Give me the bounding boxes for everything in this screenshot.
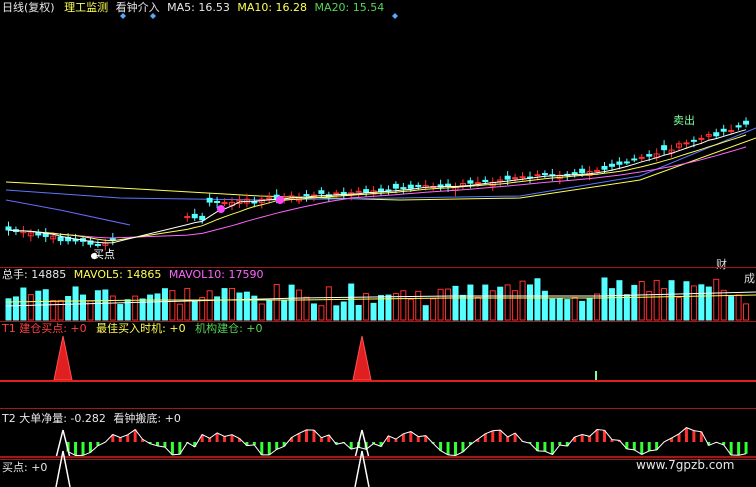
buy-spike bbox=[354, 450, 370, 487]
buy-spike bbox=[55, 450, 71, 487]
watermark: www.7gpzb.com bbox=[636, 458, 735, 472]
buy-signal-chart bbox=[55, 450, 370, 487]
